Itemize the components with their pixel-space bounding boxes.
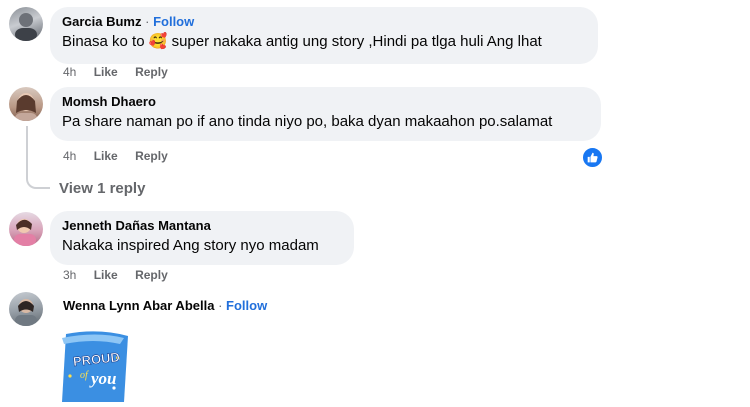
follow-link[interactable]: Follow [153, 14, 194, 29]
avatar-photo-icon [15, 299, 37, 326]
view-replies-link[interactable]: View 1 reply [59, 180, 145, 197]
thumbs-up-icon[interactable] [581, 146, 604, 169]
comment-bubble: Jenneth Dañas Mantana Nakaka inspired An… [50, 211, 354, 265]
comment-actions: 3h Like Reply [63, 267, 182, 283]
sticker-artwork-icon: PROUD of you [62, 331, 128, 402]
sticker-text-mid: of [80, 370, 89, 381]
reply-button[interactable]: Reply [135, 65, 168, 79]
avatar-wenna-lynn-abar-abella[interactable] [9, 292, 43, 326]
comment-author[interactable]: Garcia Bumz [62, 14, 141, 29]
avatar-momsh-dhaero[interactable] [9, 87, 43, 121]
sticker-text-bottom: you [89, 369, 117, 388]
like-button[interactable]: Like [94, 149, 118, 163]
avatar-photo-icon [15, 13, 37, 41]
comment-bubble: Garcia Bumz · Follow Binasa ko to 🥰 supe… [50, 7, 598, 64]
reply-button[interactable]: Reply [135, 268, 168, 282]
comment-author[interactable]: Momsh Dhaero [62, 94, 589, 110]
comment-author[interactable]: Wenna Lynn Abar Abella [63, 298, 214, 313]
separator-dot: · [218, 298, 223, 313]
reply-button[interactable]: Reply [135, 149, 168, 163]
like-button[interactable]: Like [94, 65, 118, 79]
separator-dot: · [145, 14, 150, 29]
avatar-jenneth-danas-mantana[interactable] [9, 212, 43, 246]
like-button[interactable]: Like [94, 268, 118, 282]
comment-time[interactable]: 4h [63, 149, 76, 163]
comment-text: Binasa ko to 🥰 super nakaka antig ung st… [62, 33, 542, 50]
avatar-garcia-bumz[interactable] [9, 7, 43, 41]
comment-actions: 4h Like Reply [63, 64, 182, 80]
comment-text: Nakaka inspired Ang story nyo madam [62, 237, 319, 254]
comment-author[interactable]: Jenneth Dañas Mantana [62, 218, 342, 234]
avatar-photo-icon [15, 93, 37, 121]
comment-actions: 4h Like Reply [63, 148, 182, 164]
follow-link[interactable]: Follow [226, 298, 267, 313]
comment-bubble: Momsh Dhaero Pa share naman po if ano ti… [50, 87, 601, 141]
avatar-photo-icon [14, 219, 36, 246]
smiling-hearts-emoji-icon: 🥰 [148, 33, 168, 50]
proud-of-you-sticker[interactable]: PROUD of you [58, 330, 134, 402]
comment-text: Pa share naman po if ano tinda niyo po, … [62, 113, 553, 130]
comment-time[interactable]: 4h [63, 65, 76, 79]
reply-thread-line [26, 126, 50, 189]
comment-time[interactable]: 3h [63, 268, 76, 282]
